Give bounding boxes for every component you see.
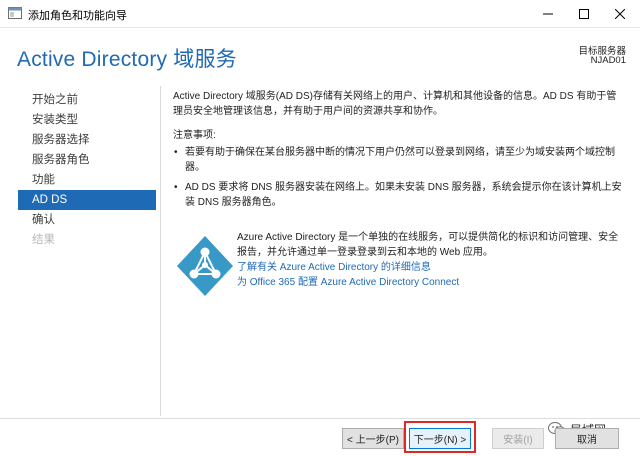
install-button: 安装(I)	[492, 428, 544, 449]
azure-ad-text: Azure Active Directory 是一个单独的在线服务，可以提供简化…	[237, 230, 621, 290]
azure-ad-panel: Azure Active Directory 是一个单独的在线服务，可以提供简化…	[173, 226, 621, 300]
list-item: • AD DS 要求将 DNS 服务器安装在网络上。如果未安装 DNS 服务器，…	[173, 180, 625, 210]
close-button[interactable]	[602, 0, 638, 28]
maximize-button[interactable]	[566, 0, 602, 28]
minimize-button[interactable]	[530, 0, 566, 28]
wizard-header: Active Directory 域服务 目标服务器 NJAD01	[0, 28, 640, 80]
wizard-app-icon	[8, 7, 22, 19]
nav-item-before-you-begin[interactable]: 开始之前	[18, 90, 156, 110]
nav-item-installation-type[interactable]: 安装类型	[18, 110, 156, 130]
page-title: Active Directory 域服务	[17, 48, 237, 71]
main-content: Active Directory 域服务(AD DS)存储有关网络上的用户、计算…	[173, 89, 625, 215]
azure-ad-learn-more-link[interactable]: 了解有关 Azure Active Directory 的详细信息	[237, 260, 621, 275]
bullet-icon: •	[174, 182, 178, 193]
nav-item-ad-ds[interactable]: AD DS	[18, 190, 156, 210]
bullet-text: AD DS 要求将 DNS 服务器安装在网络上。如果未安装 DNS 服务器，系统…	[185, 182, 622, 208]
previous-button[interactable]: < 上一步(P)	[342, 428, 404, 449]
close-icon	[615, 9, 625, 19]
intro-paragraph: Active Directory 域服务(AD DS)存储有关网络上的用户、计算…	[173, 91, 617, 117]
wizard-step-nav: 开始之前 安装类型 服务器选择 服务器角色 功能 AD DS 确认 结果	[18, 90, 156, 250]
nav-item-server-selection[interactable]: 服务器选择	[18, 130, 156, 150]
bullet-icon: •	[174, 147, 178, 158]
cancel-button[interactable]: 取消	[555, 428, 619, 449]
title-bar: 添加角色和功能向导	[0, 0, 640, 28]
notes-heading: 注意事项:	[173, 130, 216, 141]
minimize-icon	[543, 13, 553, 15]
azure-ad-logo-icon	[177, 236, 233, 296]
bullet-text: 若要有助于确保在某台服务器中断的情况下用户仍然可以登录到网络，请至少为域安装两个…	[185, 147, 615, 173]
window-title: 添加角色和功能向导	[28, 10, 127, 22]
maximize-icon	[579, 9, 589, 19]
next-button[interactable]: 下一步(N) >	[409, 428, 471, 449]
nav-item-server-roles[interactable]: 服务器角色	[18, 150, 156, 170]
azure-ad-connect-link[interactable]: 为 Office 365 配置 Azure Active Directory C…	[237, 275, 621, 290]
azure-ad-description: Azure Active Directory 是一个单独的在线服务，可以提供简化…	[237, 232, 619, 258]
nav-item-features[interactable]: 功能	[18, 170, 156, 190]
nav-item-results: 结果	[32, 234, 55, 246]
sidebar-divider	[160, 86, 161, 416]
footer-divider	[0, 418, 640, 419]
list-item: • 若要有助于确保在某台服务器中断的情况下用户仍然可以登录到网络，请至少为域安装…	[173, 145, 625, 175]
nav-item-confirmation[interactable]: 确认	[18, 210, 156, 230]
target-server-name: NJAD01	[590, 55, 626, 66]
